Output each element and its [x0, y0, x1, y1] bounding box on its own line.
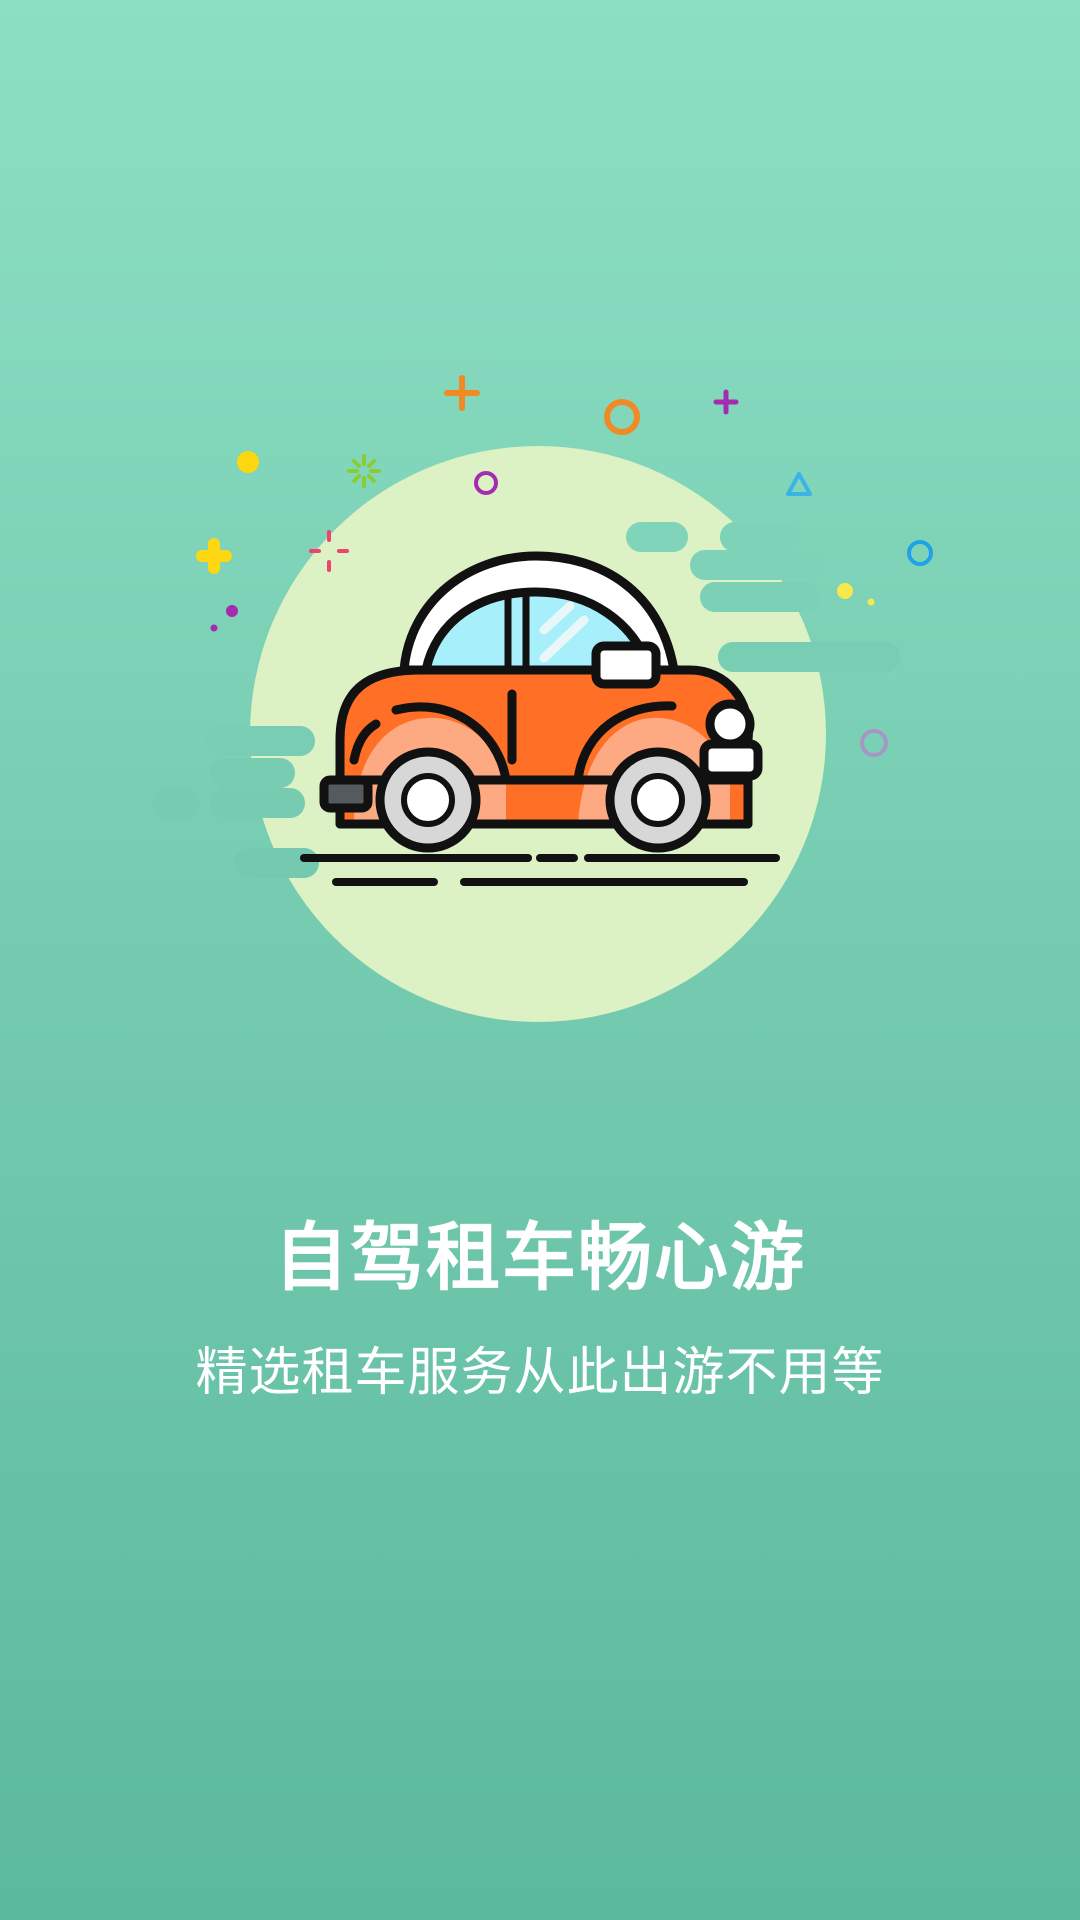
car-illustration [152, 375, 933, 1022]
page-subtitle: 精选租车服务从此出游不用等 [195, 1343, 885, 1403]
page-title: 自驾租车畅心游 [274, 1215, 806, 1301]
